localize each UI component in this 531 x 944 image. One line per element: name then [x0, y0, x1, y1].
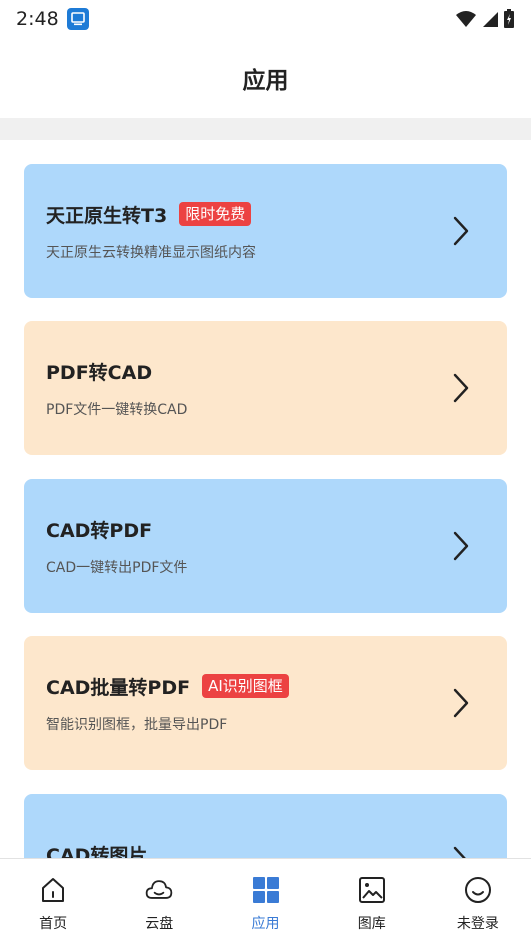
status-bar: 2:48	[0, 0, 531, 38]
card-tangent-native-to-t3[interactable]: 天正原生转T3 限时免费 天正原生云转换精准显示图纸内容	[24, 164, 507, 298]
chevron-right-icon	[453, 531, 469, 561]
card-title: CAD转图片	[46, 844, 148, 859]
nav-label: 首页	[39, 916, 68, 932]
card-title: CAD批量转PDF	[46, 676, 191, 699]
card-title: PDF转CAD	[46, 361, 153, 384]
card-pdf-to-cad[interactable]: PDF转CAD PDF文件一键转换CAD	[24, 321, 507, 455]
nav-label: 云盘	[145, 916, 174, 932]
page-title: 应用	[242, 68, 289, 94]
nav-label: 应用	[251, 916, 280, 932]
card-cad-to-pdf[interactable]: CAD转PDF CAD一键转出PDF文件	[24, 479, 507, 613]
status-time: 2:48	[16, 8, 59, 30]
gallery-icon	[357, 875, 387, 905]
card-cad-to-image[interactable]: CAD转图片	[24, 794, 507, 858]
chevron-right-icon	[453, 846, 466, 858]
nav-item-apps[interactable]: 应用	[212, 859, 318, 944]
card-subtitle: PDF文件一键转换CAD	[46, 401, 188, 418]
card-subtitle: 天正原生云转换精准显示图纸内容	[46, 244, 256, 261]
card-badge: AI识别图框	[202, 674, 289, 698]
card-subtitle: 智能识别图框，批量导出PDF	[46, 716, 228, 733]
card-badge: 限时免费	[179, 202, 252, 226]
chevron-right-icon	[453, 373, 469, 403]
chevron-right-icon	[453, 216, 469, 246]
signal-icon	[483, 12, 498, 27]
bottom-nav: 首页 云盘 应用 图库 未登录	[0, 858, 531, 944]
card-subtitle: CAD一键转出PDF文件	[46, 559, 188, 576]
nav-item-login[interactable]: 未登录	[425, 859, 531, 944]
nav-item-gallery[interactable]: 图库	[319, 859, 425, 944]
nav-label: 未登录	[456, 916, 499, 932]
app-list: 天正原生转T3 限时免费 天正原生云转换精准显示图纸内容 PDF转CAD PDF…	[0, 140, 531, 858]
notification-app-icon	[66, 8, 89, 30]
battery-icon	[504, 9, 514, 28]
section-divider	[0, 118, 531, 140]
card-cad-batch-to-pdf[interactable]: CAD批量转PDF AI识别图框 智能识别图框，批量导出PDF	[24, 636, 507, 770]
wifi-icon	[456, 11, 476, 27]
chevron-right-icon	[453, 688, 469, 718]
apps-grid-icon	[251, 875, 281, 905]
nav-item-cloud[interactable]: 云盘	[106, 859, 212, 944]
nav-item-home[interactable]: 首页	[0, 859, 106, 944]
smiley-icon	[463, 875, 493, 905]
card-title: 天正原生转T3	[46, 204, 168, 227]
home-icon	[38, 875, 68, 905]
title-bar: 应用	[0, 38, 531, 118]
cloud-icon	[144, 875, 174, 905]
nav-label: 图库	[357, 916, 386, 932]
card-title: CAD转PDF	[46, 519, 153, 542]
